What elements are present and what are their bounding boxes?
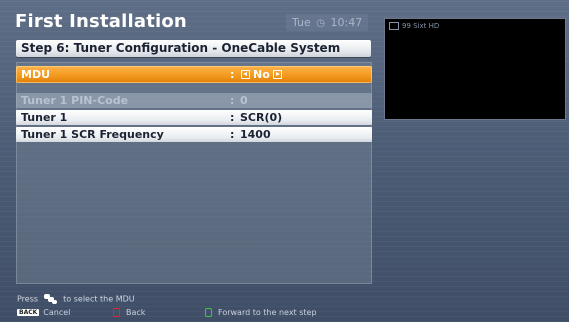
footer-back-label: Back <box>126 308 146 317</box>
hint-text: Press to select the MDU <box>17 294 135 304</box>
clock-display: Tue ◷ 10:47 <box>286 14 369 31</box>
green-key-icon <box>205 308 212 317</box>
setting-label: MDU <box>21 68 51 81</box>
page-title: First Installation <box>15 11 187 32</box>
setting-separator: : <box>230 68 235 81</box>
setting-row-tuner-pin: Tuner 1 PIN-Code : 0 <box>16 93 372 108</box>
footer-back[interactable]: Back <box>113 308 145 317</box>
arrow-right-icon[interactable] <box>272 69 282 79</box>
setting-value: SCR(0) <box>240 111 283 124</box>
setting-value: No <box>253 68 270 81</box>
setting-label: Tuner 1 PIN-Code <box>21 94 129 107</box>
tv-icon <box>389 22 399 30</box>
mdu-value-selector[interactable]: No <box>238 66 285 83</box>
preview-channel-tag: 99 Sixt HD <box>389 22 439 30</box>
arrow-left-icon[interactable] <box>241 69 250 79</box>
hint-prefix: Press <box>17 294 39 304</box>
clock-day: Tue <box>292 16 311 29</box>
step-title: Step 6: Tuner Configuration - OneCable S… <box>16 40 371 57</box>
hint-suffix: to select the MDU <box>63 294 135 304</box>
navigation-keys-icon <box>43 294 58 304</box>
red-key-icon <box>113 308 120 317</box>
clock-time: 10:47 <box>330 16 363 29</box>
clock-icon: ◷ <box>316 18 326 29</box>
footer-cancel-label: Cancel <box>43 308 71 317</box>
footer-forward-label: Forward to the next step <box>218 308 317 317</box>
footer-forward[interactable]: Forward to the next step <box>205 308 317 317</box>
preview-channel-label: 99 Sixt HD <box>402 22 440 30</box>
footer-key-legend: BACK Cancel Back Forward to the next step <box>17 308 557 320</box>
setting-separator: : <box>230 94 235 107</box>
setting-separator: : <box>230 128 235 141</box>
setting-row-tuner[interactable]: Tuner 1 : SCR(0) <box>16 110 372 125</box>
back-key-icon: BACK <box>17 309 40 316</box>
setting-label: Tuner 1 <box>21 111 68 124</box>
tv-preview-window: 99 Sixt HD <box>384 18 566 120</box>
setting-row-scr-frequency[interactable]: Tuner 1 SCR Frequency : 1400 <box>16 127 372 142</box>
setting-row-mdu[interactable]: MDU : No <box>16 66 372 83</box>
setting-separator: : <box>230 111 235 124</box>
footer-cancel[interactable]: BACK Cancel <box>17 308 70 317</box>
setting-value: 0 <box>240 94 248 107</box>
setting-value: 1400 <box>240 128 271 141</box>
setting-label: Tuner 1 SCR Frequency <box>21 128 164 141</box>
